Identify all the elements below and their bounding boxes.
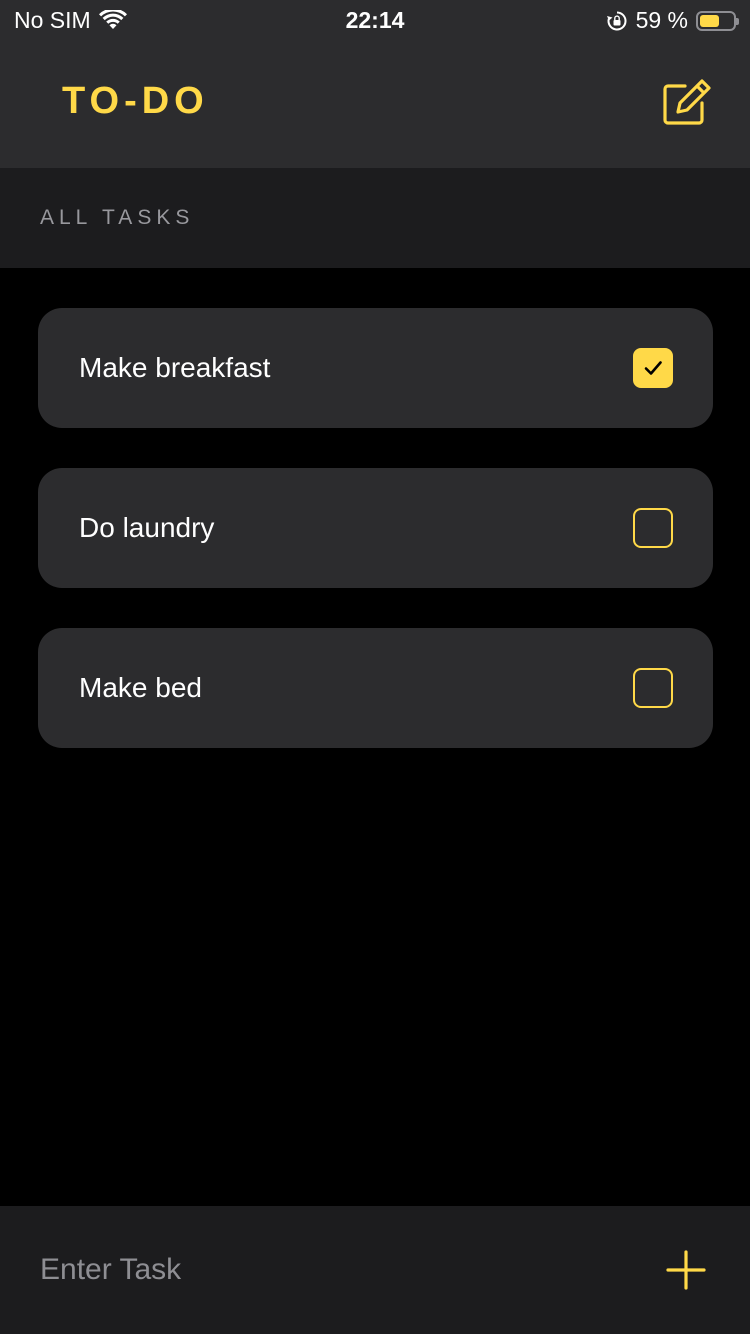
- task-item[interactable]: Make bed: [38, 628, 713, 748]
- compose-icon: [663, 79, 711, 125]
- checkmark-icon: [644, 361, 662, 375]
- status-right: 59 %: [606, 7, 739, 34]
- task-label: Make bed: [79, 672, 202, 703]
- task-checkbox[interactable]: [633, 668, 673, 708]
- task-list: Make breakfast Do laundry Make bed: [38, 308, 713, 788]
- section-header: ALL TASKS: [0, 168, 750, 268]
- status-bar: No SIM 22:14 59 %: [0, 0, 750, 40]
- task-item[interactable]: Do laundry: [38, 468, 713, 588]
- compose-button[interactable]: [662, 78, 712, 128]
- app-title: TO-DO: [62, 80, 209, 122]
- plus-icon: [666, 1250, 706, 1290]
- task-item[interactable]: Make breakfast: [38, 308, 713, 428]
- battery-fill: [700, 14, 719, 27]
- task-checkbox[interactable]: [633, 508, 673, 548]
- battery-cap: [736, 17, 739, 25]
- nav-bar: TO-DO: [0, 40, 750, 168]
- battery-icon: [696, 10, 739, 31]
- task-input[interactable]: [40, 1240, 600, 1300]
- task-label: Make breakfast: [79, 352, 271, 383]
- input-bar: [0, 1206, 750, 1334]
- section-title: ALL TASKS: [40, 206, 195, 229]
- rotation-lock-icon: [606, 11, 627, 30]
- task-checkbox[interactable]: [633, 348, 673, 388]
- task-label: Do laundry: [79, 512, 215, 543]
- battery-percent: 59 %: [635, 7, 688, 33]
- add-task-button[interactable]: [666, 1250, 706, 1290]
